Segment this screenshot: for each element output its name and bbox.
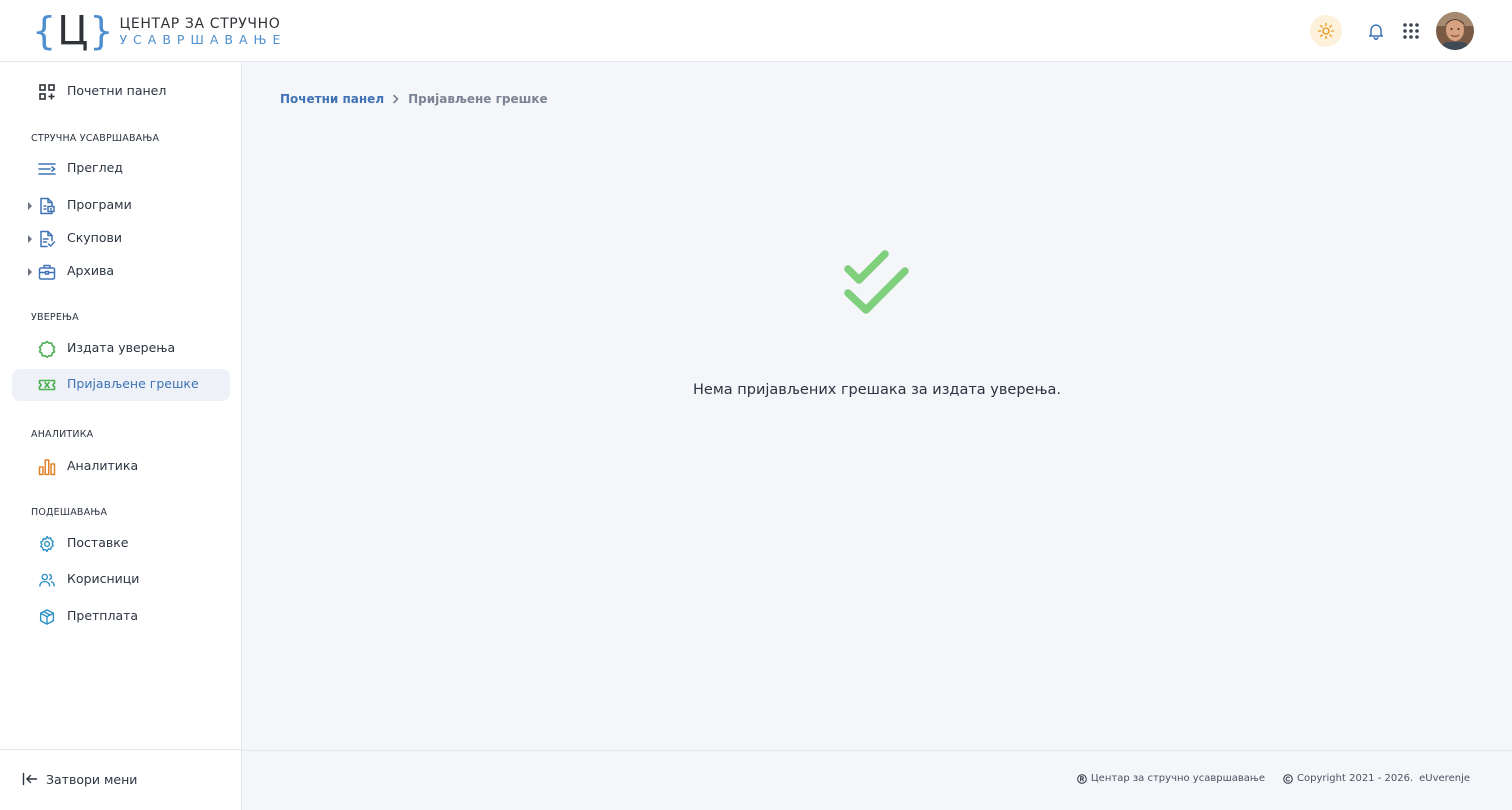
apps-menu-button[interactable] <box>1398 18 1424 44</box>
dashboard-icon <box>39 84 55 100</box>
notifications-button[interactable] <box>1364 19 1388 43</box>
empty-state-message: Нема пријављених грешака за издата увере… <box>693 382 1061 398</box>
sidebar-item-overview[interactable]: Преглед <box>12 153 230 185</box>
sidebar-item-preferences[interactable]: Поставке <box>12 528 230 560</box>
copyright-icon <box>1283 773 1293 784</box>
breadcrumb-current: Пријављене грешке <box>408 92 548 106</box>
breadcrumb: Почетни панел Пријављене грешке <box>280 92 548 106</box>
users-icon <box>39 573 55 587</box>
caret-right-icon <box>28 235 32 243</box>
sidebar-item-dashboard[interactable]: Почетни панел <box>12 76 230 108</box>
close-menu-button[interactable]: Затвори мени <box>22 770 137 788</box>
sidebar-item-label: Архива <box>67 263 115 278</box>
sidebar-item-label: Пријављене грешке <box>67 376 199 391</box>
grid-icon <box>1403 23 1419 39</box>
footer-product: eUverenje <box>1419 773 1470 784</box>
archive-icon <box>38 264 56 280</box>
box-icon <box>39 609 55 625</box>
sidebar-item-label: Аналитика <box>67 458 139 473</box>
sidebar-item-label: Поставке <box>67 535 129 550</box>
caret-right-icon <box>28 268 32 276</box>
logo-line-1: ЦЕНТАР ЗА СТРУЧНО <box>119 15 281 32</box>
registered-icon <box>1077 773 1087 784</box>
section-title-settings: ПОДЕШАВАЊА <box>31 507 108 518</box>
bell-icon <box>1369 24 1383 41</box>
header-actions <box>1310 12 1474 50</box>
sidebar-footer: Затвори мени <box>0 749 241 810</box>
double-check-icon <box>844 250 909 314</box>
badge-icon <box>38 340 56 358</box>
chevron-right-icon <box>392 94 400 104</box>
logo-line-2: УСАВРШАВАЊЕ <box>119 31 287 47</box>
sun-icon <box>1317 22 1335 40</box>
sidebar-item-label: Корисници <box>67 571 140 586</box>
sidebar-item-issued-certificates[interactable]: Издата уверења <box>12 333 230 365</box>
user-avatar[interactable] <box>1436 12 1474 50</box>
sidebar-item-analytics[interactable]: Аналитика <box>12 451 230 483</box>
sidebar-item-subscription[interactable]: Претплата <box>12 601 230 633</box>
section-title-analytics: АНАЛИТИКА <box>31 429 94 440</box>
breadcrumb-home-link[interactable]: Почетни панел <box>280 92 384 106</box>
logo-brace-left: { <box>32 9 57 53</box>
gear-icon <box>40 535 54 553</box>
bar-chart-icon <box>38 459 56 476</box>
sidebar: Почетни панел СТРУЧНА УСАВРШАВАЊА Прегле… <box>0 62 242 810</box>
sidebar-item-label: Претплата <box>67 608 139 623</box>
sidebar-item-label: Програми <box>67 197 132 212</box>
footer-org: Центар за стручно усавршавање <box>1090 773 1266 784</box>
footer-copyright: Copyright 2021 - 2026. <box>1297 773 1414 784</box>
sidebar-item-archive[interactable]: Архива <box>12 256 230 288</box>
avatar-image <box>1436 12 1474 50</box>
sidebar-item-label: Скупови <box>67 230 122 245</box>
logo-text: ЦЕНТАР ЗА СТРУЧНО УСАВРШАВАЊЕ <box>119 16 286 47</box>
sidebar-item-label: Преглед <box>67 160 123 175</box>
logo-brace-right: } <box>89 9 114 53</box>
top-header: { Ц } ЦЕНТАР ЗА СТРУЧНО УСАВРШАВАЊЕ <box>0 0 1512 62</box>
page-footer: Центар за стручно усавршавање Copyright … <box>242 750 1512 810</box>
main-content: Почетни панел Пријављене грешке Нема при… <box>242 62 1512 750</box>
sidebar-item-users[interactable]: Корисници <box>12 564 230 596</box>
section-title-certificates: УВЕРЕЊА <box>31 312 79 323</box>
sidebar-item-gatherings[interactable]: Скупови <box>12 223 230 255</box>
brand-logo[interactable]: { Ц } ЦЕНТАР ЗА СТРУЧНО УСАВРШАВАЊЕ <box>32 8 286 54</box>
ticket-x-icon <box>38 379 56 391</box>
sidebar-item-programs[interactable]: Програми <box>12 190 230 222</box>
section-title-training: СТРУЧНА УСАВРШАВАЊА <box>31 133 160 144</box>
theme-toggle-button[interactable] <box>1310 15 1342 47</box>
programs-icon <box>40 197 55 215</box>
sidebar-item-label: Почетни панел <box>67 83 167 98</box>
sidebar-item-label: Издата уверења <box>67 340 176 355</box>
close-menu-label: Затвори мени <box>46 771 138 787</box>
gatherings-icon <box>40 230 56 248</box>
footer-content: Центар за стручно усавршавање Copyright … <box>1077 773 1470 784</box>
caret-right-icon <box>28 202 32 210</box>
collapse-left-icon <box>22 772 38 786</box>
list-icon <box>38 163 56 175</box>
sidebar-item-reported-errors[interactable]: Пријављене грешке <box>12 369 230 401</box>
logo-letter: Ц <box>57 8 89 54</box>
